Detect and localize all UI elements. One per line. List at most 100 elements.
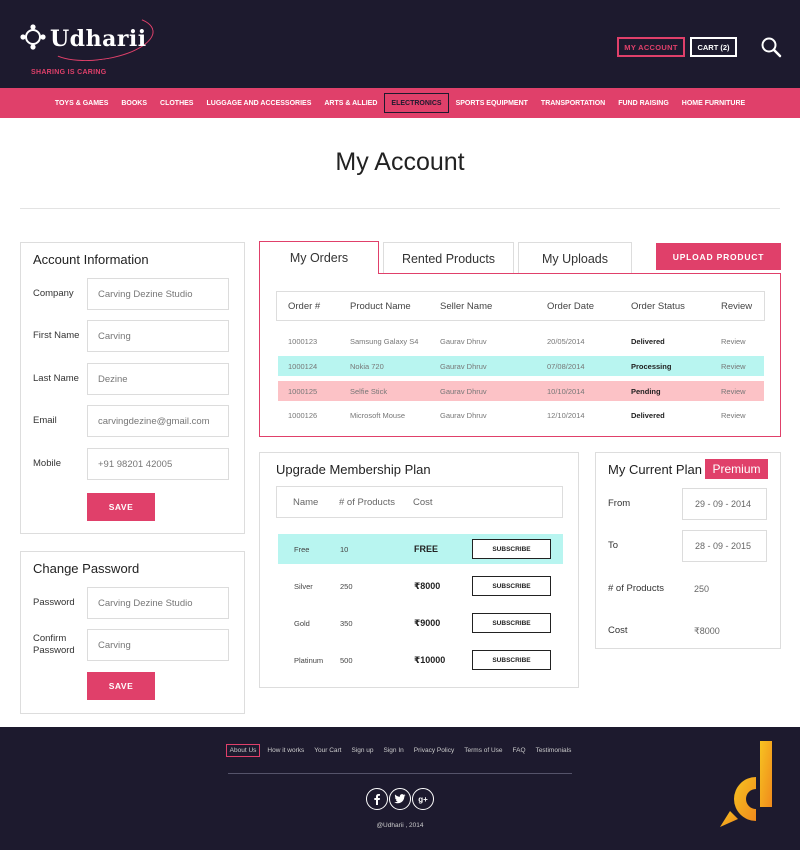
order-status: Delivered — [631, 410, 665, 420]
nav-item-arts[interactable]: ARTS & ALLIED — [318, 93, 384, 113]
change-password-title: Change Password — [33, 561, 140, 576]
subscribe-button[interactable]: SUBSCRIBE — [472, 613, 551, 633]
subscribe-button[interactable]: SUBSCRIBE — [472, 576, 551, 596]
tab-rented-products[interactable]: Rented Products — [383, 242, 514, 274]
footer-link-about-us[interactable]: About Us — [225, 744, 261, 757]
nav-item-toys-games[interactable]: TOYS & GAMES — [48, 93, 115, 113]
nav-item-electronics[interactable]: ELECTRONICS — [383, 93, 450, 113]
from-label: From — [608, 498, 631, 509]
account-info-title: Account Information — [33, 252, 149, 267]
col-order-number: Order # — [288, 300, 321, 312]
footer-link-testimonials[interactable]: Testimonials — [533, 745, 575, 756]
password-label: Password — [33, 597, 75, 608]
table-row[interactable]: 1000124 Nokia 720 Gaurav Dhruv 07/08/201… — [278, 356, 764, 376]
products-label: # of Products — [608, 583, 664, 594]
footer-divider — [228, 773, 572, 774]
logo[interactable]: Udharii SHARING IS CARING — [20, 8, 157, 80]
order-date: 07/08/2014 — [547, 361, 585, 371]
plan-cost: ₹9000 — [414, 617, 441, 628]
plan-cost: ₹8000 — [414, 580, 441, 591]
nav-item-clothes[interactable]: CLOTHES — [154, 93, 200, 113]
plan-products: 250 — [340, 581, 353, 591]
order-date: 12/10/2014 — [547, 410, 585, 420]
order-number: 1000123 — [288, 336, 318, 346]
google-plus-icon[interactable]: g+ — [412, 788, 434, 810]
twitter-icon[interactable] — [389, 788, 411, 810]
company-input[interactable]: Carving Dezine Studio — [87, 278, 229, 310]
order-status: Processing — [631, 361, 672, 371]
review-link[interactable]: Review — [721, 405, 746, 425]
save-account-button[interactable]: SAVE — [87, 493, 155, 521]
products-value: 250 — [694, 584, 710, 594]
plan-products: 10 — [340, 544, 349, 554]
tab-my-uploads[interactable]: My Uploads — [518, 242, 632, 274]
upload-product-button[interactable]: UPLOAD PRODUCT — [656, 243, 781, 270]
confirm-password-input[interactable]: Carving — [87, 629, 229, 661]
col-seller-name: Seller Name — [440, 300, 493, 312]
seller-name: Gaurav Dhruv — [440, 410, 487, 420]
tagline: SHARING IS CARING — [31, 69, 107, 76]
nav-item-transportation[interactable]: TRANSPORTATION — [534, 93, 611, 113]
order-number: 1000126 — [288, 410, 318, 420]
review-link[interactable]: Review — [721, 356, 746, 376]
table-row[interactable]: 1000126 Microsoft Mouse Gaurav Dhruv 12/… — [278, 405, 764, 425]
cost-value: ₹8000 — [694, 626, 720, 636]
plan-products: 500 — [340, 655, 353, 665]
nav-item-home-furniture[interactable]: HOME FURNITURE — [675, 93, 751, 113]
title-divider — [20, 208, 780, 209]
facebook-glyph-icon — [374, 794, 380, 805]
footer-link-sign-up[interactable]: Sign up — [348, 745, 376, 756]
premium-badge: Premium — [705, 459, 768, 479]
search-icon[interactable] — [760, 36, 782, 58]
plan-row-silver: Silver 250 ₹8000 SUBSCRIBE — [278, 571, 563, 601]
footer-link-your-cart[interactable]: Your Cart — [311, 745, 344, 756]
from-date-field[interactable]: 29 - 09 - 2014 — [682, 488, 767, 520]
last-name-label: Last Name — [33, 373, 79, 384]
footer-link-how-it-works[interactable]: How it works — [264, 745, 307, 756]
mobile-label: Mobile — [33, 458, 61, 469]
mobile-input[interactable]: +91 98201 42005 — [87, 448, 229, 480]
to-label: To — [608, 540, 619, 551]
col-order-status: Order Status — [631, 300, 685, 312]
plan-name: Gold — [294, 618, 310, 628]
table-row[interactable]: 1000125 Selfie Stick Gaurav Dhruv 10/10/… — [278, 381, 764, 401]
review-link[interactable]: Review — [721, 331, 746, 351]
category-nav: TOYS & GAMES BOOKS CLOTHES LUGGAGE AND A… — [0, 88, 800, 118]
footer-link-faq[interactable]: FAQ — [510, 745, 529, 756]
plan-name: Free — [294, 544, 310, 554]
tab-my-orders[interactable]: My Orders — [259, 241, 379, 274]
order-number: 1000125 — [288, 386, 318, 396]
subscribe-button[interactable]: SUBSCRIBE — [472, 650, 551, 670]
seller-name: Gaurav Dhruv — [440, 336, 487, 346]
plan-cost: ₹10000 — [414, 654, 446, 665]
change-password-panel: Change Password Password Carving Dezine … — [20, 551, 245, 714]
col-plan-cost: Cost — [413, 496, 433, 508]
to-date-field[interactable]: 28 - 09 - 2015 — [682, 530, 767, 562]
membership-panel: Upgrade Membership Plan Name # of Produc… — [259, 452, 579, 688]
email-input[interactable]: carvingdezine@gmail.com — [87, 405, 229, 437]
footer-link-terms-of-use[interactable]: Terms of Use — [461, 745, 505, 756]
google-plus-glyph: g+ — [418, 794, 428, 804]
last-name-input[interactable]: Dezine — [87, 363, 229, 395]
nav-item-sports[interactable]: SPORTS EQUIPMENT — [449, 93, 534, 113]
current-plan-panel: My Current Plan Premium From 29 - 09 - 2… — [595, 452, 781, 649]
subscribe-button[interactable]: SUBSCRIBE — [472, 539, 551, 559]
facebook-icon[interactable] — [366, 788, 388, 810]
col-review: Review — [721, 300, 753, 312]
nav-item-books[interactable]: BOOKS — [115, 93, 154, 113]
copyright: @Udharii , 2014 — [376, 822, 424, 829]
table-row[interactable]: 1000123 Samsung Galaxy S4 Gaurav Dhruv 2… — [278, 331, 764, 351]
nav-item-fund-raising[interactable]: FUND RAISING — [612, 93, 676, 113]
nav-item-luggage[interactable]: LUGGAGE AND ACCESSORIES — [200, 93, 318, 113]
logo-mark-icon — [20, 24, 46, 50]
footer-link-privacy-policy[interactable]: Privacy Policy — [411, 745, 457, 756]
site-footer: About Us How it works Your Cart Sign up … — [0, 727, 800, 850]
first-name-input[interactable]: Carving — [87, 320, 229, 352]
my-account-button[interactable]: MY ACCOUNT — [617, 37, 685, 57]
save-password-button[interactable]: SAVE — [87, 672, 155, 700]
footer-link-sign-in[interactable]: Sign In — [381, 745, 407, 756]
password-input[interactable]: Carving Dezine Studio — [87, 587, 229, 619]
col-order-date: Order Date — [547, 300, 594, 312]
cart-button[interactable]: CART (2) — [690, 37, 737, 57]
review-link[interactable]: Review — [721, 381, 746, 401]
